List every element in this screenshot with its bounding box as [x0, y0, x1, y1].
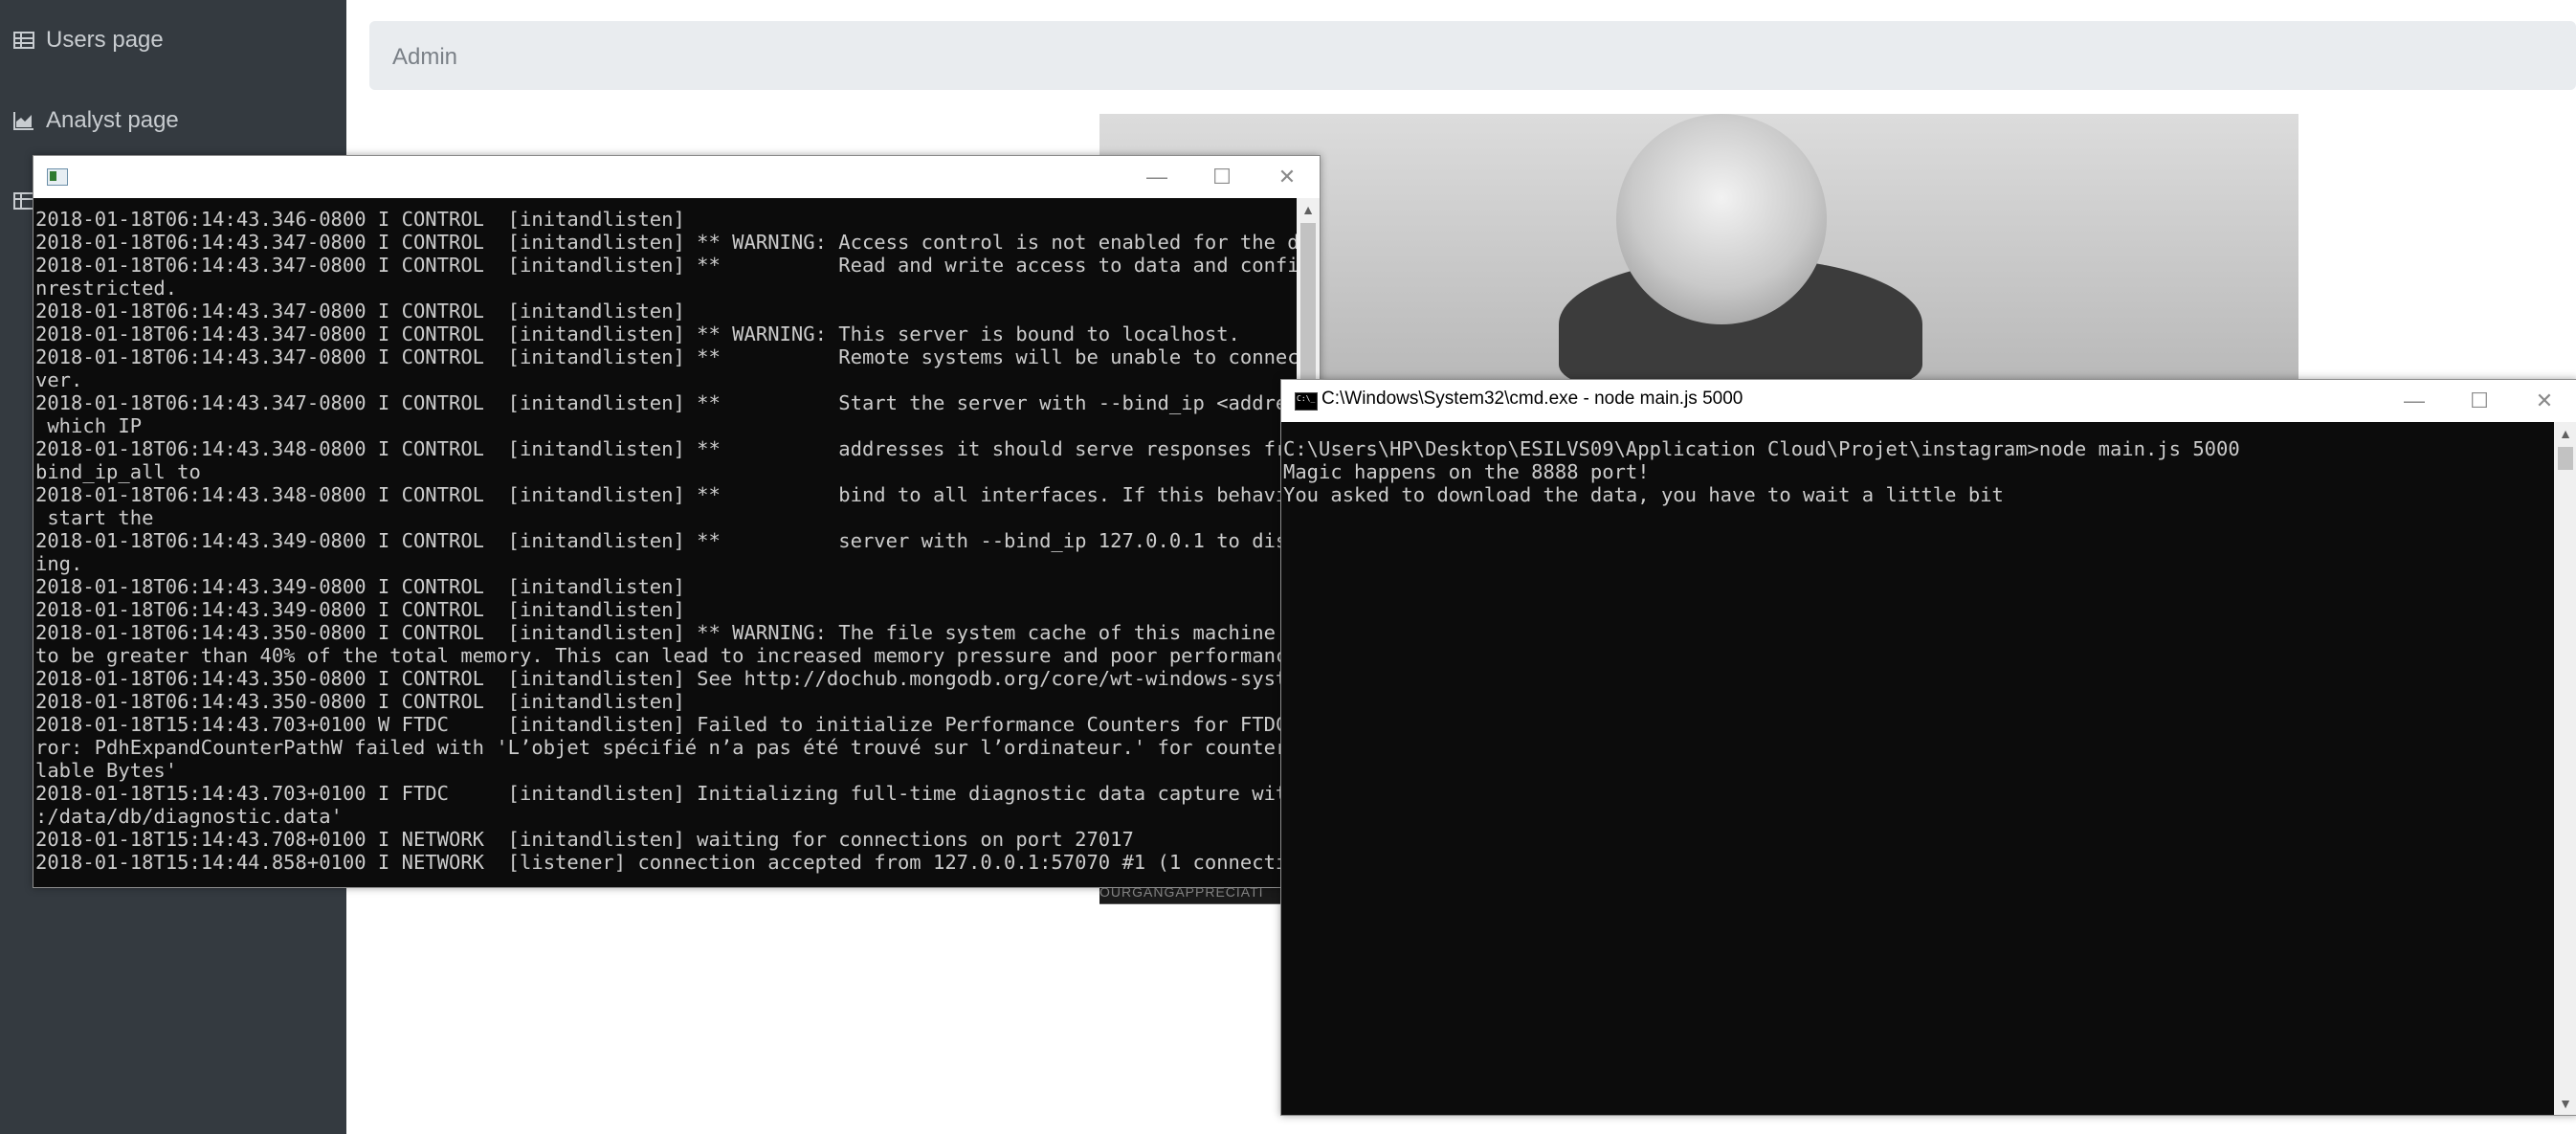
scroll-up-icon[interactable]: ▲ — [1297, 198, 1320, 221]
sidebar-item-users[interactable]: Users page — [13, 21, 164, 59]
table-icon — [13, 32, 34, 49]
minimize-button[interactable]: — — [1124, 156, 1189, 198]
maximize-button[interactable]: ☐ — [2447, 380, 2512, 422]
console-line: 2018-01-18T15:14:43.708+0100 I NETWORK [… — [35, 828, 1134, 851]
console-line: ver. — [35, 368, 83, 391]
console-line: 2018-01-18T06:14:43.350-0800 I CONTROL [… — [35, 690, 685, 713]
sidebar-item-analyst[interactable]: Analyst page — [13, 101, 179, 140]
console-line: 2018-01-18T15:14:44.858+0100 I NETWORK [… — [35, 851, 1297, 874]
page-title: Admin — [392, 44, 458, 70]
cmd-window[interactable]: C:\Windows\System32\cmd.exe - node main.… — [1280, 379, 2576, 1116]
console-line: to be greater than 40% of the total memo… — [35, 644, 1297, 667]
console-line: 2018-01-18T06:14:43.347-0800 I CONTROL [… — [35, 322, 1240, 345]
console-line: 2018-01-18T06:14:43.347-0800 I CONTROL [… — [35, 345, 1297, 368]
cmd-app-icon[interactable] — [1295, 392, 1318, 411]
console-text: C:\Users\HP\Desktop\ESILVS09\Application… — [1281, 422, 2554, 506]
console-line: which IP — [47, 414, 143, 437]
maximize-button[interactable]: ☐ — [1189, 156, 1255, 198]
window-title: C:\Windows\System32\cmd.exe - node main.… — [1321, 389, 1743, 409]
console-line: 2018-01-18T06:14:43.348-0800 I CONTROL [… — [35, 437, 1297, 460]
console-output[interactable]: C:\Users\HP\Desktop\ESILVS09\Application… — [1281, 422, 2554, 1115]
close-button[interactable]: ✕ — [1255, 156, 1320, 198]
photo-cap — [1616, 114, 1827, 324]
console-line: ror: PdhExpandCounterPathW failed with '… — [35, 736, 1288, 759]
console-line: 2018-01-18T06:14:43.348-0800 I CONTROL [… — [35, 483, 1297, 506]
vertical-scrollbar[interactable]: ▲ ▼ — [2554, 422, 2576, 1115]
console-line: lable Bytes' — [35, 759, 178, 782]
scrollbar-thumb[interactable] — [2558, 447, 2573, 470]
console-line: 2018-01-18T06:14:43.349-0800 I CONTROL [… — [35, 529, 1297, 552]
console-line: 2018-01-18T06:14:43.350-0800 I CONTROL [… — [35, 667, 1297, 690]
console-line: start the — [47, 506, 154, 529]
console-line: :/data/db/diagnostic.data' — [35, 805, 343, 828]
console-line: 2018-01-18T06:14:43.349-0800 I CONTROL [… — [35, 598, 685, 621]
sidebar-item-label: Analyst page — [46, 107, 179, 133]
table-icon — [13, 192, 34, 210]
console-line: 2018-01-18T06:14:43.347-0800 I CONTROL [… — [35, 300, 685, 322]
console-app-icon[interactable] — [47, 168, 68, 186]
console-line: 2018-01-18T06:14:43.347-0800 I CONTROL [… — [35, 231, 1297, 254]
console-line: C:\Users\HP\Desktop\ESILVS09\Application… — [1283, 437, 2240, 460]
console-line: 2018-01-18T06:14:43.347-0800 I CONTROL [… — [35, 391, 1297, 414]
title-bar[interactable]: C:\Windows\System32\cmd.exe - node main.… — [1281, 380, 2576, 422]
minimize-button[interactable]: — — [2382, 380, 2447, 422]
console-text: 2018-01-18T06:14:43.346-0800 I CONTROL [… — [33, 198, 1297, 874]
mongod-console-window[interactable]: — ☐ ✕ 2018-01-18T06:14:43.346-0800 I CON… — [33, 155, 1321, 888]
breadcrumb: Admin — [369, 21, 2576, 90]
title-bar[interactable]: — ☐ ✕ — [33, 156, 1320, 198]
console-line: 2018-01-18T15:14:43.703+0100 W FTDC [ini… — [35, 713, 1297, 736]
sidebar-item-label: Users page — [46, 27, 164, 53]
console-line: 2018-01-18T06:14:43.349-0800 I CONTROL [… — [35, 575, 685, 598]
area-chart-icon — [13, 112, 33, 130]
console-line: ing. — [35, 552, 83, 575]
console-line: nrestricted. — [35, 277, 178, 300]
console-line: Magic happens on the 8888 port! — [1283, 460, 1650, 483]
console-line: 2018-01-18T06:14:43.347-0800 I CONTROL [… — [35, 254, 1297, 277]
console-line: bind_ip_all to — [35, 460, 201, 483]
console-line: 2018-01-18T15:14:43.703+0100 I FTDC [ini… — [35, 782, 1297, 805]
scroll-down-icon[interactable]: ▼ — [2554, 1092, 2576, 1115]
console-output[interactable]: 2018-01-18T06:14:43.346-0800 I CONTROL [… — [33, 198, 1297, 887]
close-button[interactable]: ✕ — [2512, 380, 2576, 422]
console-line: 2018-01-18T06:14:43.350-0800 I CONTROL [… — [35, 621, 1297, 644]
console-line: 2018-01-18T06:14:43.346-0800 I CONTROL [… — [35, 208, 685, 231]
console-line: You asked to download the data, you have… — [1283, 483, 2004, 506]
scroll-up-icon[interactable]: ▲ — [2554, 422, 2576, 445]
